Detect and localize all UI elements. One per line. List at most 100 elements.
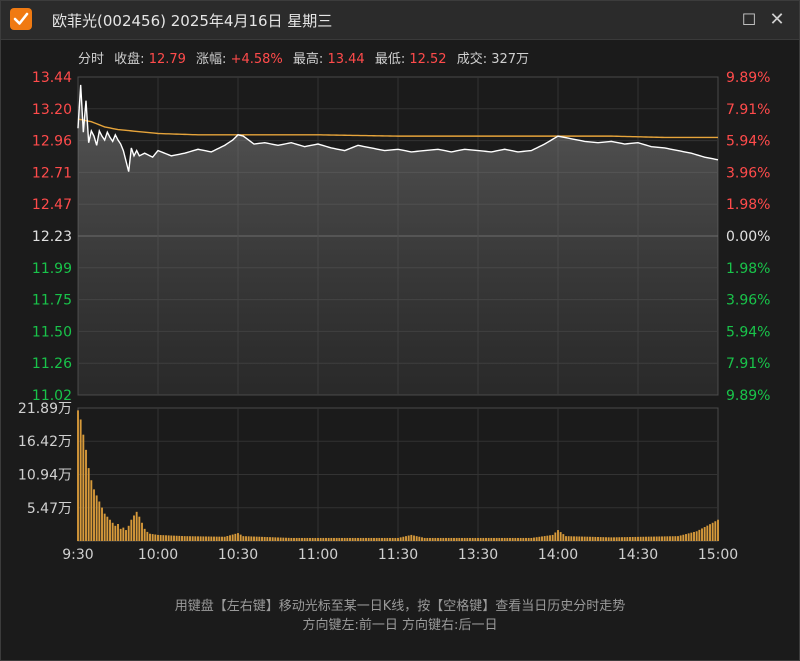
volume-bar [562,534,565,541]
volume-bar [575,536,578,541]
volume-bar [485,537,487,541]
volume-bar [327,537,330,541]
volume-bar [693,531,695,541]
volume-bar [143,528,146,541]
volume-tick-label: 10.94万 [18,468,72,484]
volume-bar [506,537,509,541]
time-tick-label: 15:00 [698,547,738,563]
volume-bar [207,536,210,541]
volume-bar [79,419,82,541]
volume-bar [375,537,378,541]
volume-bar [269,537,271,541]
volume-bar [367,537,370,541]
volume-bar [541,536,543,541]
intraday-chart[interactable]: 13.44 9.89% 13.20 7.91% 12.96 5.94% 12.71 3.96%… [0,0,800,590]
volume-bar [106,516,109,541]
volume-bar [341,537,343,541]
volume-bar [658,536,661,541]
volume-bar [538,536,541,541]
volume-bar [493,537,495,541]
volume-bar [311,537,314,541]
volume-bar [479,537,482,541]
volume-bar [469,537,471,541]
volume-bar [466,537,469,541]
volume-bar [303,537,306,541]
volume-bar [167,535,170,541]
volume-bar [215,536,218,541]
volume-bar [191,536,194,541]
volume-bar [581,536,583,541]
volume-bar [634,536,637,541]
volume-bar [109,519,111,541]
volume-bar [295,537,298,541]
volume-bar [391,537,394,541]
volume-bar [426,537,429,541]
volume-bar [282,537,285,541]
volume-bar [578,536,581,541]
volume-bar [151,534,154,541]
price-tick-label: 11.50 [32,324,72,340]
time-tick-label: 11:00 [298,547,338,563]
volume-bar [130,519,133,541]
volume-bar [213,536,215,541]
volume-bar [95,495,98,541]
volume-bar [453,537,455,541]
volume-bar [237,533,239,541]
volume-bar [551,534,554,541]
volume-bar [482,537,485,541]
volume-bar [714,521,717,541]
volume-bar [218,536,221,541]
volume-bar [242,536,245,541]
keyboard-hint: 用键盘【左右键】移动光标至某一日K线，按【空格键】查看当日历史分时走势 [174,599,626,614]
price-tick-label: 13.44 [32,70,72,86]
volume-bar [157,534,159,541]
volume-bar [231,534,234,541]
volume-bar [159,535,162,541]
volume-bar [394,537,397,541]
time-tick-label: 9:30 [62,547,93,563]
volume-bar [570,536,573,541]
volume-bar [495,537,498,541]
volume-bar [181,536,183,541]
volume-bar [706,525,709,541]
volume-bar [319,537,322,541]
volume-bar [663,536,666,541]
pct-tick-label: 3.96% [726,293,770,309]
volume-bar [695,531,698,541]
volume-bar [546,535,549,541]
volume-bar [175,535,178,541]
time-tick-label: 14:30 [618,547,658,563]
volume-bar [610,537,613,541]
volume-bar [247,536,250,541]
volume-bar [330,537,333,541]
volume-bar [90,480,93,541]
volume-bar [250,536,253,541]
volume-bar [165,535,167,541]
volume-bar [709,524,711,541]
volume-bar [229,535,231,541]
volume-bar [373,537,375,541]
volume-bar [642,536,645,541]
volume-bar [717,519,719,541]
volume-bar [671,536,674,541]
volume-bar [623,537,626,541]
volume-bar [205,536,207,541]
volume-bar [405,536,407,541]
volume-bar [698,529,701,541]
volume-bar [186,536,189,541]
volume-bar [530,537,533,541]
volume-bar [317,537,319,541]
volume-bar [711,522,714,541]
volume-bar [434,537,437,541]
time-tick-label: 13:30 [458,547,498,563]
arrow-key-hint: 方向键左:前一日 方向键右:后一日 [302,618,498,633]
volume-bar [141,522,143,541]
volume-bar [421,537,423,541]
volume-bar [279,537,282,541]
volume-bar [431,537,434,541]
volume-bar [554,532,557,541]
volume-bar [413,535,415,541]
volume-bar [245,536,247,541]
volume-bar [183,536,186,541]
volume-bar [325,537,327,541]
